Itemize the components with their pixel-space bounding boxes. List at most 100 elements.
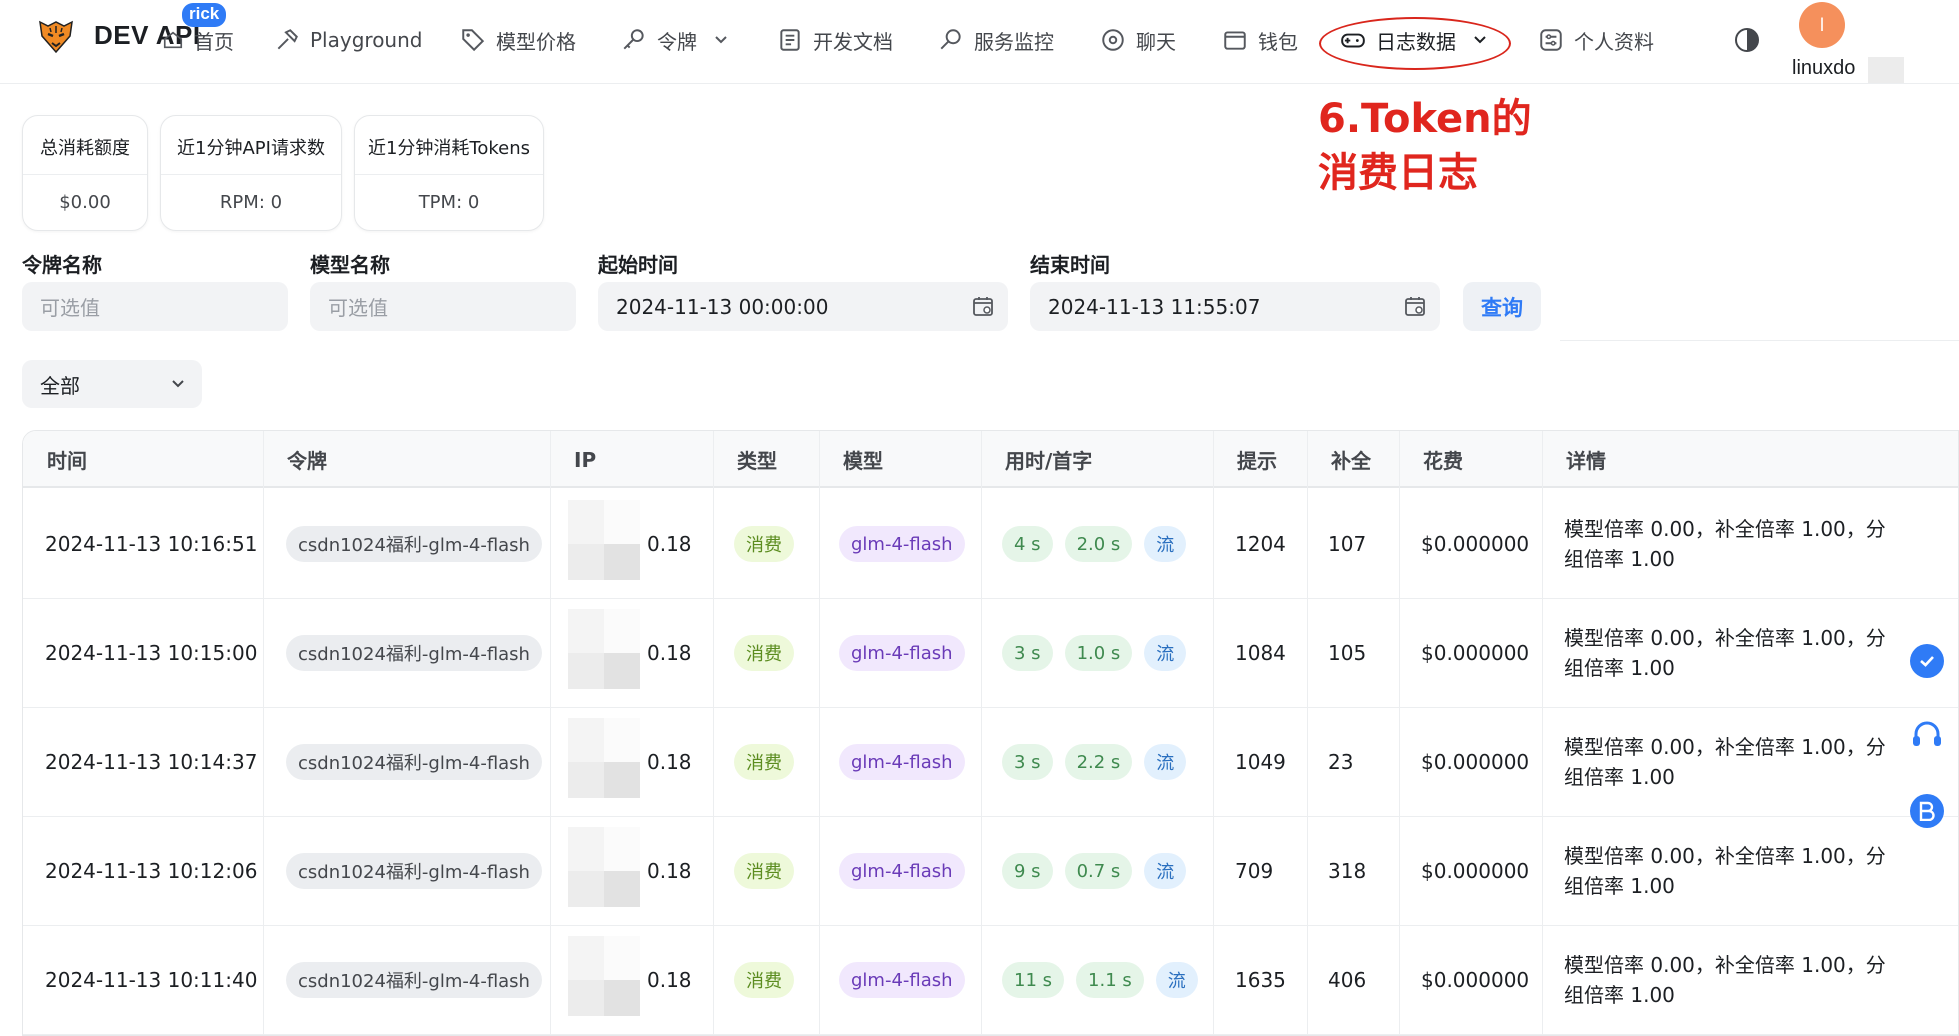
- nav-chat[interactable]: 聊天: [1100, 24, 1176, 56]
- nav-service-monitor[interactable]: 服务监控: [938, 24, 1054, 56]
- cell-time: 2024-11-13 10:14:37: [45, 750, 258, 774]
- highlight-circle: [1319, 17, 1511, 70]
- token-tag[interactable]: csdn1024福利-glm-4-flash: [286, 853, 542, 889]
- col-time[interactable]: 时间: [23, 431, 87, 488]
- avatar[interactable]: l: [1799, 2, 1845, 48]
- theme-toggle-icon[interactable]: [1733, 26, 1761, 54]
- type-tag: 消费: [734, 744, 794, 780]
- col-token[interactable]: 令牌: [263, 431, 327, 488]
- nav-home[interactable]: 首页: [162, 24, 234, 56]
- chevron-down-icon: [715, 36, 727, 44]
- nav-model-price-label: 模型价格: [496, 29, 576, 54]
- table-header: 时间 令牌 IP 类型 模型 用时/首字 提示 补全 花费 详情: [23, 431, 1958, 488]
- query-button[interactable]: 查询: [1463, 282, 1541, 331]
- first-token-tag: 2.0 s: [1064, 526, 1133, 562]
- type-tag: 消费: [734, 526, 794, 562]
- model-tag[interactable]: glm-4-flash: [839, 853, 965, 889]
- table-row[interactable]: 2024-11-13 10:15:00 csdn1024福利-glm-4-fla…: [23, 599, 1958, 708]
- cell-completion: 318: [1328, 859, 1367, 883]
- col-cost[interactable]: 花费: [1399, 431, 1463, 488]
- cell-prompt: 1049: [1235, 750, 1286, 774]
- calendar-icon[interactable]: [1404, 295, 1426, 317]
- duration-tag: 11 s: [1002, 962, 1065, 998]
- table-row[interactable]: 2024-11-13 10:11:40 csdn1024福利-glm-4-fla…: [23, 926, 1958, 1035]
- blurred-region: [1868, 57, 1904, 83]
- nav-tokens[interactable]: 令牌: [621, 24, 731, 56]
- model-name-input[interactable]: 可选值: [310, 282, 576, 331]
- col-duration[interactable]: 用时/首字: [981, 431, 1092, 488]
- key-icon: [623, 29, 644, 50]
- cell-completion: 23: [1328, 750, 1354, 774]
- start-time-input[interactable]: 2024-11-13 00:00:00: [598, 282, 1008, 331]
- stream-tag: 流: [1144, 744, 1187, 780]
- cell-ip: 0.18: [647, 859, 692, 883]
- username[interactable]: linuxdo: [1792, 57, 1855, 80]
- first-token-tag: 1.0 s: [1064, 635, 1133, 671]
- nav-playground[interactable]: Playground: [274, 24, 422, 56]
- tiger-logo-icon[interactable]: [36, 16, 76, 56]
- blurred-ip: [568, 936, 648, 1024]
- cell-detail: 模型倍率 0.00，补全倍率 1.00，分组倍率 1.00: [1564, 735, 1886, 789]
- col-prompt[interactable]: 提示: [1213, 431, 1277, 488]
- end-time-input[interactable]: 2024-11-13 11:55:07: [1030, 282, 1440, 331]
- duration-tag: 3 s: [1002, 744, 1053, 780]
- col-type[interactable]: 类型: [713, 431, 777, 488]
- stream-tag: 流: [1155, 962, 1198, 998]
- model-tag[interactable]: glm-4-flash: [839, 526, 965, 562]
- headset-icon[interactable]: [1910, 718, 1944, 752]
- calendar-icon[interactable]: [972, 295, 994, 317]
- col-model[interactable]: 模型: [819, 431, 883, 488]
- cell-cost: $0.000000: [1421, 859, 1530, 883]
- bing-icon[interactable]: [1910, 794, 1944, 828]
- home-icon: [163, 31, 183, 49]
- table-row[interactable]: 2024-11-13 10:14:37 csdn1024福利-glm-4-fla…: [23, 708, 1958, 817]
- nav-service-monitor-label: 服务监控: [974, 29, 1054, 54]
- model-tag[interactable]: glm-4-flash: [839, 635, 965, 671]
- nav-docs-label: 开发文档: [813, 29, 893, 54]
- blurred-ip: [568, 500, 648, 588]
- cell-cost: $0.000000: [1421, 750, 1530, 774]
- cell-prompt: 1084: [1235, 641, 1286, 665]
- log-type-select[interactable]: 全部: [22, 360, 202, 408]
- col-detail[interactable]: 详情: [1542, 431, 1606, 488]
- cell-completion: 406: [1328, 968, 1367, 992]
- stream-tag: 流: [1144, 635, 1187, 671]
- wallet-icon: [1224, 31, 1246, 50]
- start-time-label: 起始时间: [598, 253, 678, 277]
- nav-docs[interactable]: 开发文档: [777, 24, 893, 56]
- model-name-label: 模型名称: [310, 253, 390, 277]
- cell-ip: 0.18: [647, 532, 692, 556]
- cell-time: 2024-11-13 10:16:51: [45, 532, 258, 556]
- duration-tag: 9 s: [1002, 853, 1053, 889]
- token-tag[interactable]: csdn1024福利-glm-4-flash: [286, 744, 542, 780]
- token-tag[interactable]: csdn1024福利-glm-4-flash: [286, 526, 542, 562]
- first-token-tag: 0.7 s: [1064, 853, 1133, 889]
- col-ip[interactable]: IP: [550, 431, 596, 488]
- token-tag[interactable]: csdn1024福利-glm-4-flash: [286, 635, 542, 671]
- nav-wallet[interactable]: 钱包: [1222, 24, 1298, 56]
- divider: [23, 174, 147, 175]
- cell-ip: 0.18: [647, 968, 692, 992]
- stat-title: 近1分钟API请求数: [177, 138, 325, 159]
- nav-model-price[interactable]: 模型价格: [460, 24, 576, 56]
- model-tag[interactable]: glm-4-flash: [839, 744, 965, 780]
- first-token-tag: 1.1 s: [1076, 962, 1144, 998]
- cell-cost: $0.000000: [1421, 641, 1530, 665]
- blurred-ip: [568, 718, 648, 806]
- token-tag[interactable]: csdn1024福利-glm-4-flash: [286, 962, 542, 998]
- cell-detail: 模型倍率 0.00，补全倍率 1.00，分组倍率 1.00: [1564, 953, 1886, 1007]
- cell-prompt: 1635: [1235, 968, 1286, 992]
- table-row[interactable]: 2024-11-13 10:16:51 csdn1024福利-glm-4-fla…: [23, 490, 1958, 599]
- nav-playground-label: Playground: [310, 28, 423, 52]
- table-row[interactable]: 2024-11-13 10:12:06 csdn1024福利-glm-4-fla…: [23, 817, 1958, 926]
- model-tag[interactable]: glm-4-flash: [839, 962, 965, 998]
- end-time-label: 结束时间: [1030, 253, 1110, 277]
- duration-tag: 4 s: [1002, 526, 1053, 562]
- cell-ip: 0.18: [647, 641, 692, 665]
- col-completion[interactable]: 补全: [1307, 431, 1371, 488]
- token-name-input[interactable]: 可选值: [22, 282, 288, 331]
- cell-prompt: 1204: [1235, 532, 1286, 556]
- cell-completion: 107: [1328, 532, 1367, 556]
- check-icon[interactable]: [1910, 644, 1944, 678]
- nav-profile[interactable]: 个人资料: [1538, 24, 1654, 56]
